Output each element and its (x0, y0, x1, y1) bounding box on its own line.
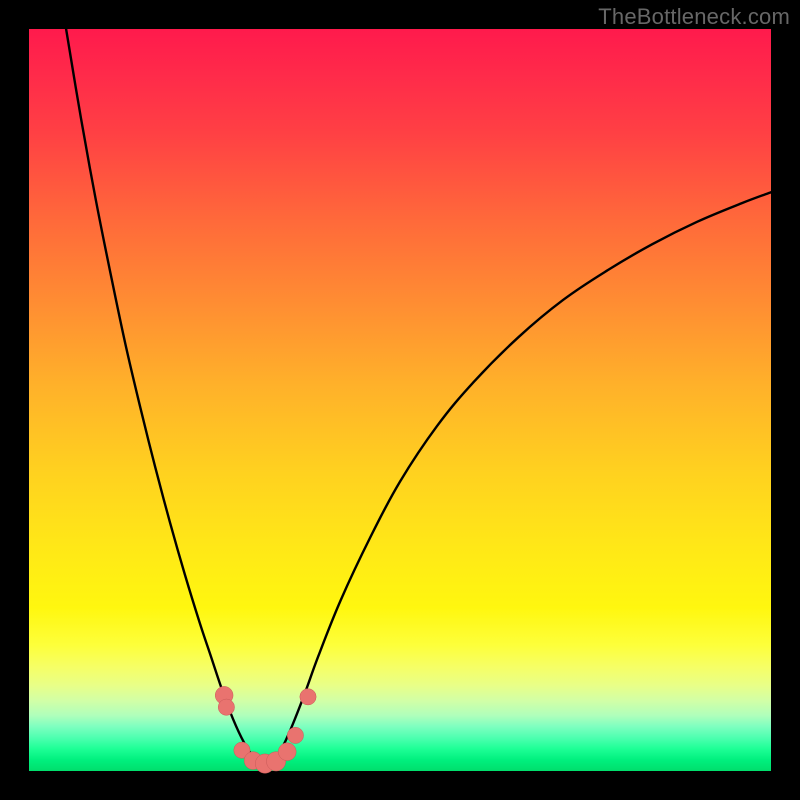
curve-left-curve (66, 29, 266, 771)
chart-frame: TheBottleneck.com (0, 0, 800, 800)
data-marker (278, 743, 296, 761)
curve-right-curve (266, 192, 771, 771)
watermark-text: TheBottleneck.com (598, 4, 790, 30)
data-marker (300, 689, 316, 705)
chart-overlay-svg (0, 0, 800, 800)
marker-layer (215, 686, 316, 773)
curve-layer (66, 29, 771, 771)
data-marker (218, 699, 234, 715)
data-marker (287, 727, 303, 743)
